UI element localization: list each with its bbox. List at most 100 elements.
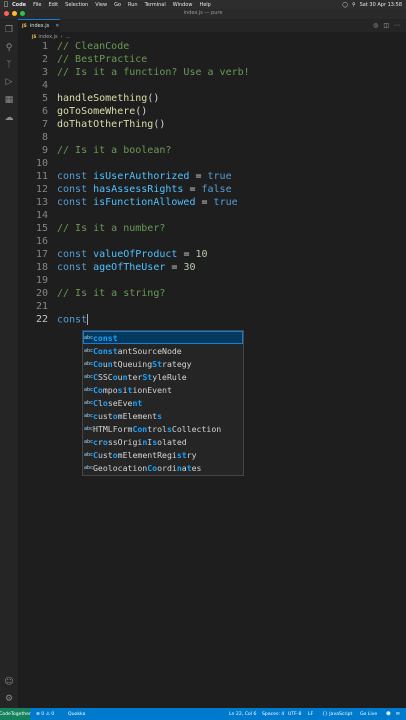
suggestion-text: yleRule xyxy=(152,371,187,382)
account-icon[interactable]: ☺ xyxy=(4,677,14,687)
menu-go[interactable]: Go xyxy=(114,2,121,8)
suggestion-text: Geolocation xyxy=(93,462,148,473)
code-token: false xyxy=(201,184,232,195)
source-control-icon[interactable]: ᛉ xyxy=(4,60,14,70)
menu-view[interactable]: View xyxy=(95,2,107,8)
code-token: = xyxy=(195,197,214,208)
text-suggestion-icon: abc xyxy=(84,373,94,380)
code-line[interactable]: // BestPractice xyxy=(57,54,147,65)
suggestion-item[interactable]: abc c r o ssOrigi n Is olated xyxy=(83,435,243,448)
suggestion-text: ust xyxy=(97,410,113,421)
suggestion-text: rategy xyxy=(162,358,192,369)
menubar-status-area: ◯ ⚲ Sat 30 Apr 13:58 xyxy=(342,0,402,9)
extensions-icon[interactable]: ▦ xyxy=(4,95,14,105)
line-number: 3 xyxy=(41,67,48,78)
problems-indicator[interactable]: ⊗ 0 ⚠ 0 xyxy=(36,708,54,720)
menu-selection[interactable]: Selection xyxy=(65,2,88,8)
suggestion-item[interactable]: abc Co mpo s i t ionEve nt xyxy=(83,383,243,396)
search-view-icon[interactable]: ⚲ xyxy=(4,43,14,53)
language-mode[interactable]: {} JavaScript xyxy=(322,708,352,720)
close-tab-icon[interactable]: ✕ xyxy=(55,23,59,29)
menu-run[interactable]: Run xyxy=(128,2,138,8)
suggestion-item[interactable]: abc const xyxy=(83,331,243,344)
suggestion-item[interactable]: abc Cust o mElementRegi st ry xyxy=(83,448,243,461)
code-line[interactable]: const valueOfProduct = 10 xyxy=(57,249,208,260)
suggestion-text: mElementRegi xyxy=(117,449,177,460)
text-suggestion-icon: abc xyxy=(84,386,94,393)
cursor-position[interactable]: Ln 22, Col 6 xyxy=(229,708,256,720)
text-cursor xyxy=(87,314,89,325)
menu-window[interactable]: Window xyxy=(173,2,193,8)
suggestion-text: ter xyxy=(127,371,143,382)
suggestion-text: tQueuing xyxy=(112,358,153,369)
indentation-indicator[interactable]: Spaces: 4 xyxy=(262,708,284,720)
text-suggestion-icon: abc xyxy=(84,425,94,432)
suggestion-item[interactable]: abc HTMLForm Con trol s Collection xyxy=(83,422,243,435)
suggestion-item[interactable]: abc Geolocation Co ordi n a t es xyxy=(83,461,243,474)
more-actions-icon[interactable]: ⋯ xyxy=(394,22,400,29)
autocomplete-suggestion-list[interactable]: abc const abc Const antSourceNode abc Co u n tQue… xyxy=(82,330,244,476)
compare-changes-icon[interactable]: ◎ xyxy=(373,22,378,29)
breadcrumb-symbol[interactable]: ... xyxy=(66,34,71,40)
code-token: // Is it a number? xyxy=(57,223,166,234)
settings-gear-icon[interactable]: ⚙ xyxy=(4,694,14,704)
code-token: = xyxy=(177,249,196,260)
code-token: isUserAuthorized xyxy=(93,171,190,182)
menubar-clock[interactable]: Sat 30 Apr 13:58 xyxy=(360,2,402,8)
code-token: const xyxy=(57,184,94,195)
suggestion-item[interactable]: abc C SSC o u n ter St yleRule xyxy=(83,370,243,383)
code-line[interactable]: // CleanCode xyxy=(57,41,129,52)
eol-indicator[interactable]: LF xyxy=(308,708,313,720)
suggestion-item[interactable]: abc Const antSourceNode xyxy=(83,344,243,357)
remote-explorer-icon[interactable]: ☁ xyxy=(4,113,14,123)
menu-help[interactable]: Help xyxy=(199,2,210,8)
quokka-indicator[interactable]: Quokka xyxy=(68,708,85,720)
tab-label: index.js xyxy=(29,23,50,29)
suggestion-text: antSourceNode xyxy=(117,345,182,356)
menu-edit[interactable]: Edit xyxy=(48,2,58,8)
code-line[interactable]: const ageOfTheUser = 30 xyxy=(57,262,195,273)
menu-terminal[interactable]: Terminal xyxy=(145,2,166,8)
editor-actions: ◎ ◫ ⋯ xyxy=(373,22,400,29)
search-icon[interactable]: ⚲ xyxy=(352,2,356,8)
line-number: 6 xyxy=(41,106,48,117)
go-live-button[interactable]: Go Live xyxy=(360,708,377,720)
suggestion-item[interactable]: abc Cl o seEve nt xyxy=(83,396,243,409)
menu-app-code[interactable]: Code xyxy=(12,2,26,8)
notifications-bell-icon[interactable]: ✉ xyxy=(396,708,400,720)
text-suggestion-icon: abc xyxy=(84,438,94,445)
menu-file[interactable]: File xyxy=(33,2,41,8)
code-line[interactable]: // Is it a number? xyxy=(57,223,165,234)
suggestion-text: nt xyxy=(162,384,172,395)
split-editor-icon[interactable]: ◫ xyxy=(383,22,389,29)
breadcrumb-file[interactable]: index.js xyxy=(38,34,57,40)
code-line[interactable]: const hasAssessRights = false xyxy=(57,184,232,195)
suggestion-match-text: Co xyxy=(93,358,103,369)
suggestion-item[interactable]: abc c ust o mElement s xyxy=(83,409,243,422)
suggestion-text: es xyxy=(191,462,202,473)
code-line[interactable]: const isUserAuthorized = true xyxy=(57,171,232,182)
run-debug-icon[interactable]: ▷ xyxy=(4,77,14,87)
control-center-icon[interactable]: ◯ xyxy=(342,2,348,8)
suggestion-item[interactable]: abc Co u n tQueuing St rategy xyxy=(83,357,243,370)
apple-logo-icon[interactable]:  xyxy=(0,1,12,8)
code-line[interactable]: // Is it a string? xyxy=(57,288,165,299)
code-line[interactable]: // Is it a function? Use a verb! xyxy=(57,67,250,78)
feedback-icon[interactable]: ☻ xyxy=(386,708,391,720)
encoding-indicator[interactable]: UTF-8 xyxy=(288,708,301,720)
suggestion-match-text: st xyxy=(176,449,187,460)
remote-indicator[interactable]: CodeTogether xyxy=(0,708,31,720)
chevron-right-icon: › xyxy=(60,33,63,40)
line-number: 18 xyxy=(35,262,48,273)
tab-index-js[interactable]: JS index.js ✕ xyxy=(18,19,60,32)
code-line[interactable]: const xyxy=(57,314,89,326)
code-token: goToSomeWhere xyxy=(57,106,136,117)
code-line[interactable]: const isFunctionAllowed = true xyxy=(57,197,238,208)
explorer-icon[interactable]: ❐ xyxy=(4,25,14,35)
suggestion-text: mElement xyxy=(117,410,158,421)
code-line[interactable]: doThatOtherThing() xyxy=(57,119,165,130)
code-line[interactable]: // Is it a boolean? xyxy=(57,145,171,156)
code-line[interactable]: handleSomething() xyxy=(57,93,159,104)
suggestion-text: ssOrigi xyxy=(107,436,143,447)
code-line[interactable]: goToSomeWhere() xyxy=(57,106,147,117)
